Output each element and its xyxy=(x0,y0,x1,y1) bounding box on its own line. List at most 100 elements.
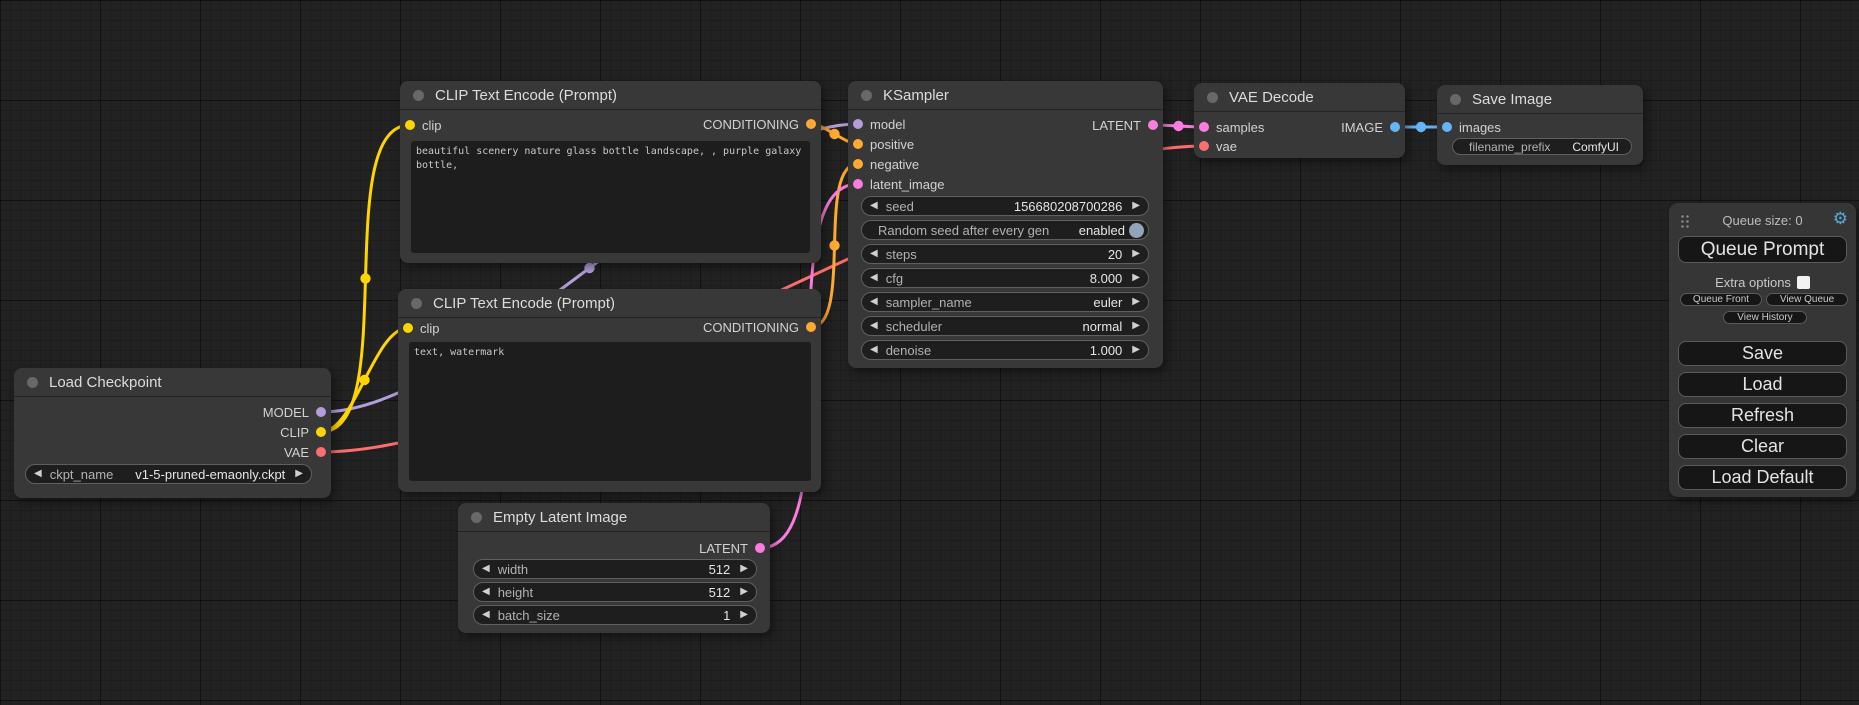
decrement-arrow-icon[interactable]: ◀ xyxy=(870,201,878,211)
prompt-textarea[interactable]: beautiful scenery nature glass bottle la… xyxy=(411,141,810,253)
node-title-bar[interactable]: KSampler xyxy=(848,81,1163,110)
model-slot-dot[interactable] xyxy=(316,407,326,417)
widget-height[interactable]: ◀ height 512 ▶ xyxy=(473,582,757,602)
input-slot-images[interactable]: images xyxy=(1437,119,1501,135)
decrement-arrow-icon[interactable]: ◀ xyxy=(482,564,490,574)
link-midpoint-dot[interactable] xyxy=(1173,121,1183,131)
increment-arrow-icon[interactable]: ▶ xyxy=(1132,273,1140,283)
link-midpoint-dot[interactable] xyxy=(584,263,594,273)
conditioning-slot-dot[interactable] xyxy=(806,322,816,332)
decrement-arrow-icon[interactable]: ◀ xyxy=(482,587,490,597)
collapse-dot[interactable] xyxy=(1207,92,1218,103)
widget-cfg[interactable]: ◀ cfg 8.000 ▶ xyxy=(861,268,1149,288)
increment-arrow-icon[interactable]: ▶ xyxy=(740,587,748,597)
widget-denoise[interactable]: ◀ denoise 1.000 ▶ xyxy=(861,340,1149,360)
view-queue-button[interactable]: View Queue xyxy=(1766,293,1848,306)
decrement-arrow-icon[interactable]: ◀ xyxy=(870,273,878,283)
input-slot-positive[interactable]: positive xyxy=(848,136,914,152)
decrement-arrow-icon[interactable]: ◀ xyxy=(870,297,878,307)
prompt-textarea[interactable]: text, watermark xyxy=(409,342,811,481)
output-slot-model[interactable]: MODEL xyxy=(263,404,331,420)
link-midpoint-dot[interactable] xyxy=(829,129,839,139)
output-slot-vae[interactable]: VAE xyxy=(284,444,331,460)
vae-slot-dot[interactable] xyxy=(1199,141,1209,151)
widget-random-seed-toggle[interactable]: Random seed after every gen enabled xyxy=(861,220,1149,240)
queue-front-button[interactable]: Queue Front xyxy=(1680,293,1762,306)
collapse-dot[interactable] xyxy=(1450,94,1461,105)
load-button[interactable]: Load xyxy=(1678,372,1847,397)
output-slot-conditioning[interactable]: CONDITIONING xyxy=(703,116,821,132)
node-title-bar[interactable]: CLIP Text Encode (Prompt) xyxy=(400,81,821,110)
input-slot-latent-image[interactable]: latent_image xyxy=(848,176,944,192)
comfyui-canvas[interactable]: { "colors": { "model": "#b39ddb", "clip"… xyxy=(0,0,1859,705)
node-title-bar[interactable]: VAE Decode xyxy=(1194,83,1405,112)
collapse-dot[interactable] xyxy=(27,377,38,388)
decrement-arrow-icon[interactable]: ◀ xyxy=(482,610,490,620)
increment-arrow-icon[interactable]: ▶ xyxy=(1132,201,1140,211)
node-clip-text-encode-negative[interactable]: CLIP Text Encode (Prompt) clip CONDITION… xyxy=(398,289,821,492)
widget-scheduler[interactable]: ◀ scheduler normal ▶ xyxy=(861,316,1149,336)
collapse-dot[interactable] xyxy=(413,90,424,101)
increment-arrow-icon[interactable]: ▶ xyxy=(740,610,748,620)
decrement-arrow-icon[interactable]: ◀ xyxy=(34,469,42,479)
widget-filename-prefix[interactable]: filename_prefix ComfyUI xyxy=(1452,138,1632,155)
widget-seed[interactable]: ◀ seed 156680208700286 ▶ xyxy=(861,196,1149,216)
increment-arrow-icon[interactable]: ▶ xyxy=(1132,297,1140,307)
conditioning-slot-dot[interactable] xyxy=(806,119,816,129)
output-slot-latent[interactable]: LATENT xyxy=(1092,117,1163,133)
widget-sampler-name[interactable]: ◀ sampler_name euler ▶ xyxy=(861,292,1149,312)
node-save-image[interactable]: Save Image images filename_prefix ComfyU… xyxy=(1437,85,1643,165)
decrement-arrow-icon[interactable]: ◀ xyxy=(870,249,878,259)
decrement-arrow-icon[interactable]: ◀ xyxy=(870,321,878,331)
link-midpoint-dot[interactable] xyxy=(359,375,369,385)
node-title-bar[interactable]: CLIP Text Encode (Prompt) xyxy=(398,289,821,318)
increment-arrow-icon[interactable]: ▶ xyxy=(1132,345,1140,355)
input-slot-clip[interactable]: clip xyxy=(398,320,440,336)
input-slot-clip[interactable]: clip xyxy=(400,117,442,133)
widget-batch-size[interactable]: ◀ batch_size 1 ▶ xyxy=(473,605,757,625)
input-slot-samples[interactable]: samples xyxy=(1194,119,1264,135)
queue-prompt-button[interactable]: Queue Prompt xyxy=(1678,236,1847,263)
view-history-button[interactable]: View History xyxy=(1723,311,1807,324)
increment-arrow-icon[interactable]: ▶ xyxy=(1132,249,1140,259)
node-title-bar[interactable]: Save Image xyxy=(1437,85,1643,114)
settings-gear-icon[interactable]: ⚙ xyxy=(1833,210,1848,227)
collapse-dot[interactable] xyxy=(471,512,482,523)
node-clip-text-encode-positive[interactable]: CLIP Text Encode (Prompt) clip CONDITION… xyxy=(400,81,821,263)
input-slot-model[interactable]: model xyxy=(848,116,905,132)
latent-slot-dot[interactable] xyxy=(1148,120,1158,130)
node-empty-latent-image[interactable]: Empty Latent Image LATENT ◀ width 512 ▶ … xyxy=(458,503,770,633)
latent-slot-dot[interactable] xyxy=(1199,122,1209,132)
link-midpoint-dot[interactable] xyxy=(1416,122,1426,132)
node-vae-decode[interactable]: VAE Decode samples vae IMAGE xyxy=(1194,83,1405,158)
vae-slot-dot[interactable] xyxy=(316,447,326,457)
latent-slot-dot[interactable] xyxy=(853,179,863,189)
clip-slot-dot[interactable] xyxy=(405,120,415,130)
image-slot-dot[interactable] xyxy=(1442,122,1452,132)
widget-width[interactable]: ◀ width 512 ▶ xyxy=(473,559,757,579)
extra-options-checkbox[interactable] xyxy=(1797,276,1810,289)
link-midpoint-dot[interactable] xyxy=(360,273,370,283)
input-slot-negative[interactable]: negative xyxy=(848,156,919,172)
widget-steps[interactable]: ◀ steps 20 ▶ xyxy=(861,244,1149,264)
clip-slot-dot[interactable] xyxy=(403,323,413,333)
toggle-knob[interactable] xyxy=(1129,223,1144,238)
output-slot-latent[interactable]: LATENT xyxy=(699,540,770,556)
increment-arrow-icon[interactable]: ▶ xyxy=(295,469,303,479)
output-slot-image[interactable]: IMAGE xyxy=(1341,119,1405,135)
latent-slot-dot[interactable] xyxy=(755,543,765,553)
output-slot-conditioning[interactable]: CONDITIONING xyxy=(703,319,821,335)
input-slot-vae[interactable]: vae xyxy=(1194,138,1237,154)
decrement-arrow-icon[interactable]: ◀ xyxy=(870,345,878,355)
node-load-checkpoint[interactable]: Load Checkpoint MODEL CLIP VAE ◀ ckpt_na… xyxy=(14,368,331,498)
increment-arrow-icon[interactable]: ▶ xyxy=(740,564,748,574)
refresh-button[interactable]: Refresh xyxy=(1678,403,1847,428)
clear-button[interactable]: Clear xyxy=(1678,434,1847,459)
node-ksampler[interactable]: KSampler model positive negative latent_… xyxy=(848,81,1163,368)
output-slot-clip[interactable]: CLIP xyxy=(280,424,331,440)
clip-slot-dot[interactable] xyxy=(316,427,326,437)
collapse-dot[interactable] xyxy=(861,90,872,101)
node-title-bar[interactable]: Load Checkpoint xyxy=(14,368,331,397)
image-slot-dot[interactable] xyxy=(1390,122,1400,132)
node-title-bar[interactable]: Empty Latent Image xyxy=(458,503,770,532)
